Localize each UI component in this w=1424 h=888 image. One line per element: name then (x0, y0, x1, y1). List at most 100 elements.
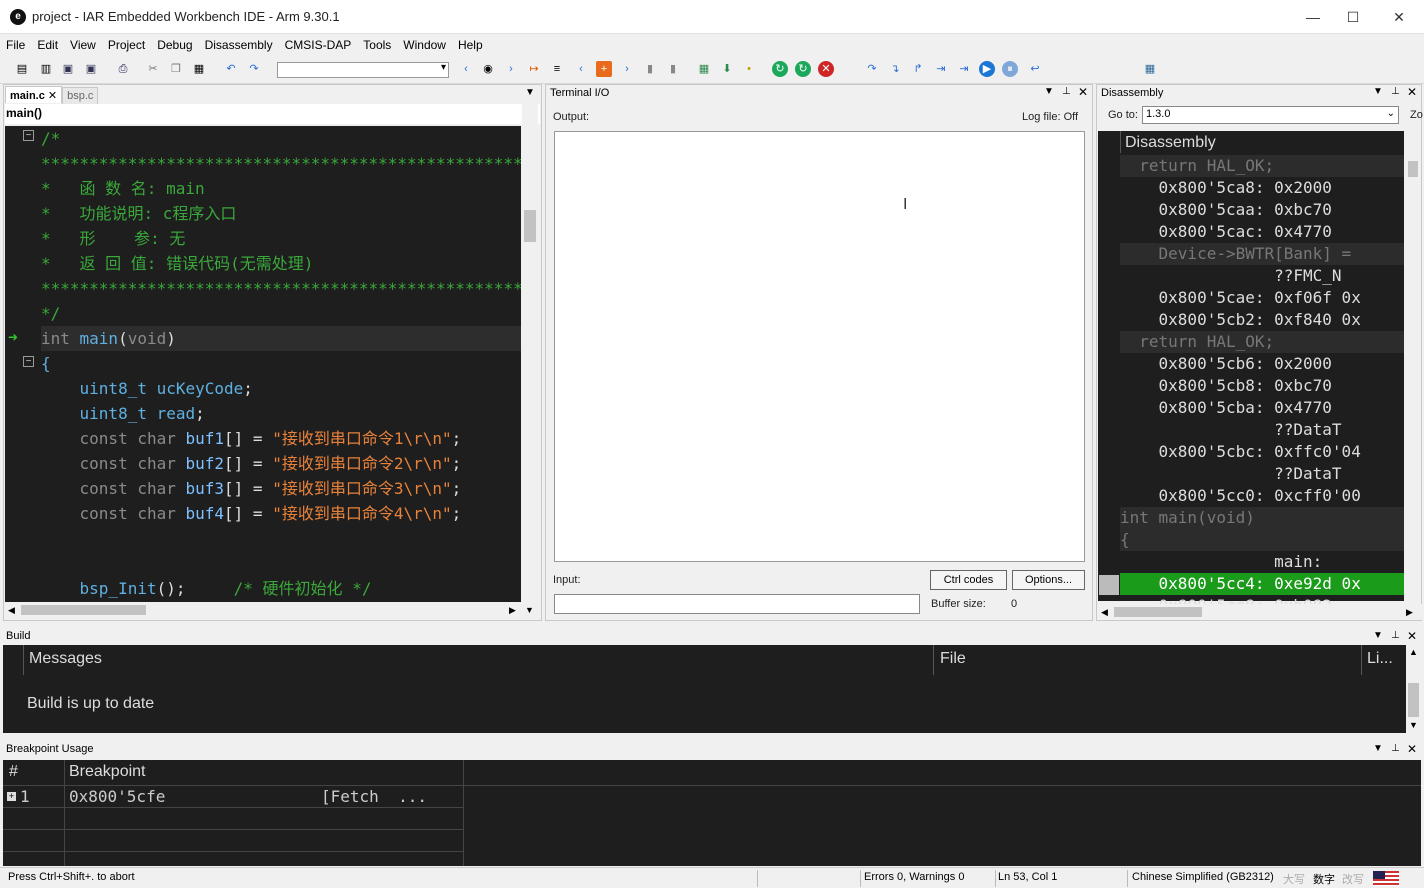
scroll-thumb[interactable] (1114, 607, 1202, 617)
menu-tools[interactable]: Tools (357, 34, 397, 52)
disassembly-instruction[interactable]: ??DataT (1120, 419, 1404, 441)
scroll-left-icon[interactable]: ◀ (1101, 607, 1108, 618)
maximize-button[interactable]: ☐ (1338, 6, 1368, 28)
terminal-input-field[interactable] (554, 594, 920, 614)
next-bookmark-icon[interactable]: ▮ (665, 61, 681, 77)
save-icon[interactable]: ▣ (60, 61, 76, 77)
code-line[interactable]: /* (41, 126, 521, 151)
menu-cmsis-dap[interactable]: CMSIS-DAP (279, 34, 358, 52)
reset-icon[interactable]: ↻ (772, 61, 788, 77)
close-pane-icon[interactable]: ✕ (1407, 85, 1417, 99)
code-line[interactable]: */ (41, 301, 521, 326)
number-column-header[interactable]: # (9, 763, 18, 781)
code-line[interactable]: { (41, 351, 521, 376)
menu-file[interactable]: File (0, 34, 31, 52)
scroll-down-icon[interactable]: ▼ (525, 605, 534, 615)
stop-debug-icon[interactable]: ✕ (818, 61, 834, 77)
disassembly-source-line[interactable]: Device->BWTR[Bank] = (1120, 243, 1404, 265)
code-line[interactable]: bsp_Init(); /* 硬件初始化 */ (41, 576, 521, 601)
find-combo[interactable] (277, 62, 449, 78)
disassembly-instruction[interactable]: 0x800'5cb2: 0xf840 0x (1120, 309, 1404, 331)
goto-combo[interactable]: 1.3.0 ⌄ (1142, 106, 1399, 124)
build-message[interactable]: Build is up to date (27, 695, 154, 713)
options-button[interactable]: Options... (1012, 570, 1085, 590)
build-messages-grid[interactable]: Messages File Li... Build is up to date (3, 645, 1406, 733)
disassembly-source-line[interactable]: { (1120, 529, 1404, 551)
line-column-header[interactable]: Li... (1367, 650, 1393, 668)
menu-view[interactable]: View (64, 34, 102, 52)
close-window-button[interactable]: ✕ (1384, 6, 1414, 28)
fold-toggle-icon[interactable]: − (23, 130, 34, 141)
terminal-output-area[interactable]: I (554, 131, 1085, 562)
disassembly-instruction[interactable]: 0x800'5cb8: 0xbc70 (1120, 375, 1404, 397)
undo-icon[interactable]: ↶ (223, 61, 239, 77)
break-icon[interactable]: ⏸ (1002, 61, 1018, 77)
next-statement-icon[interactable]: ⇥ (933, 61, 949, 77)
disassembly-source-line[interactable]: int main(void) (1120, 507, 1404, 529)
menu-help[interactable]: Help (452, 34, 489, 52)
stop-build-icon[interactable]: • (741, 61, 757, 77)
paste-icon[interactable]: ▦ (191, 61, 207, 77)
navigate-back-icon[interactable]: ‹ (573, 61, 589, 77)
code-line[interactable]: * 函 数 名: main (41, 176, 521, 201)
disassembly-instruction[interactable]: 0x800'5ca8: 0x2000 (1120, 177, 1404, 199)
editor-horizontal-scrollbar[interactable]: ◀ ▶ ▼ (5, 602, 538, 618)
menu-edit[interactable]: Edit (31, 34, 64, 52)
make-icon[interactable]: ⬇ (719, 61, 735, 77)
close-tab-icon[interactable]: ✕ (45, 90, 57, 102)
disassembly-instruction[interactable]: 0x800'5cbc: 0xffc0'04 (1120, 441, 1404, 463)
scroll-thumb[interactable] (1408, 161, 1418, 177)
find-previous-icon[interactable]: ‹ (458, 61, 474, 77)
code-line[interactable]: const char buf4[] = "接收到串口命令4\r\n"; (41, 501, 521, 526)
download-debug-icon[interactable]: ↻ (795, 61, 811, 77)
save-all-icon[interactable]: ▣ (83, 61, 99, 77)
scroll-up-icon[interactable]: ▲ (1409, 647, 1418, 657)
previous-bookmark-icon[interactable]: ▮ (642, 61, 658, 77)
disassembly-source-line[interactable]: return HAL_OK; (1120, 331, 1404, 353)
disassembly-instruction[interactable]: 0x800'5cac: 0x4770 (1120, 221, 1404, 243)
reset-target-icon[interactable]: ↩ (1027, 61, 1043, 77)
disassembly-horizontal-scrollbar[interactable]: ◀ ▶ (1098, 604, 1422, 620)
code-line[interactable]: * 返 回 值: 错误代码(无需处理) (41, 251, 521, 276)
pane-menu-icon[interactable]: ▼ (1044, 86, 1054, 97)
disassembly-instruction[interactable]: ??DataT (1120, 463, 1404, 485)
breakpoint-column-header[interactable]: Breakpoint (69, 763, 146, 781)
scroll-left-icon[interactable]: ◀ (8, 605, 15, 616)
navigate-forward-icon[interactable]: › (619, 61, 635, 77)
pin-icon[interactable]: ⊥ (1391, 630, 1400, 641)
close-pane-icon[interactable]: ✕ (1407, 742, 1417, 756)
go-to-icon[interactable]: ↦ (526, 61, 542, 77)
close-pane-icon[interactable]: ✕ (1078, 85, 1088, 99)
window-layout-icon[interactable]: ▦ (1142, 61, 1158, 77)
find-next-icon[interactable]: › (503, 61, 519, 77)
pin-icon[interactable]: ⊥ (1062, 86, 1071, 97)
pane-menu-icon[interactable]: ▼ (1373, 630, 1383, 641)
scroll-down-icon[interactable]: ▼ (1409, 720, 1418, 730)
step-into-icon[interactable]: ↴ (887, 61, 903, 77)
file-column-header[interactable]: File (940, 650, 966, 668)
disassembly-instruction[interactable]: 0x800'5cc0: 0xcff0'00 (1120, 485, 1404, 507)
code-line[interactable] (41, 551, 521, 576)
pin-icon[interactable]: ⊥ (1391, 743, 1400, 754)
messages-column-header[interactable]: Messages (29, 650, 102, 668)
chevron-down-icon[interactable]: ⌄ (1387, 108, 1395, 119)
code-line[interactable] (41, 526, 521, 551)
menu-debug[interactable]: Debug (151, 34, 198, 52)
code-line[interactable]: uint8_t read; (41, 401, 521, 426)
build-vertical-scrollbar[interactable]: ▲ ▼ (1406, 645, 1421, 733)
ctrl-codes-button[interactable]: Ctrl codes (930, 570, 1007, 590)
editor-vertical-scrollbar[interactable] (522, 104, 538, 602)
find-icon[interactable]: ◉ (480, 61, 496, 77)
code-line[interactable]: const char buf2[] = "接收到串口命令2\r\n"; (41, 451, 521, 476)
scroll-thumb[interactable] (21, 605, 146, 615)
go-to-line-icon[interactable]: ≡ (549, 61, 565, 77)
code-line[interactable]: ****************************************… (41, 276, 521, 301)
step-over-icon[interactable]: ↷ (864, 61, 880, 77)
close-pane-icon[interactable]: ✕ (1407, 629, 1417, 643)
breakpoint-address[interactable]: 0x800'5cfe (69, 787, 165, 806)
tab-main-c[interactable]: main.c ✕ (5, 86, 63, 103)
step-out-icon[interactable]: ↱ (910, 61, 926, 77)
print-icon[interactable]: ⎙ (115, 61, 131, 77)
new-file-icon[interactable]: ▤ (14, 61, 30, 77)
code-line[interactable]: int main(void) (41, 326, 521, 351)
